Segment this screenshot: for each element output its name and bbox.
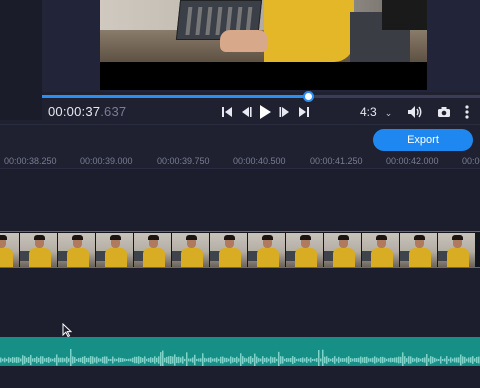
volume-icon xyxy=(407,105,423,119)
panel-divider xyxy=(0,124,480,125)
playback-progress xyxy=(42,95,309,98)
clip-thumbnail xyxy=(20,233,58,267)
clip-thumbnail xyxy=(58,233,96,267)
ruler-tick: 00:00:40.500 xyxy=(233,156,286,166)
mouse-pointer-icon xyxy=(62,322,73,338)
more-vertical-icon xyxy=(465,105,469,119)
ruler-tick: 00:00:41.250 xyxy=(310,156,363,166)
skip-to-end-icon xyxy=(298,106,310,118)
timecode-main: 00:00:37 xyxy=(48,104,101,119)
clip-thumbnail xyxy=(362,233,400,267)
ruler-tick: 00:00:42.000 xyxy=(386,156,439,166)
timeline-ruler[interactable]: 00:00:38.250 00:00:39.000 00:00:39.750 0… xyxy=(0,152,480,168)
clip-thumbnail xyxy=(324,233,362,267)
skip-to-start-button[interactable] xyxy=(220,103,234,121)
aspect-ratio-dropdown[interactable]: 4:3 ⌄ xyxy=(360,105,392,119)
video-preview[interactable] xyxy=(100,0,427,90)
chevron-down-icon: ⌄ xyxy=(384,108,393,118)
skip-to-start-icon xyxy=(221,106,233,118)
left-panel xyxy=(0,0,42,120)
video-editor-window: 00:00:37.637 4:3 ⌄ Export 00:00:38.250 0… xyxy=(0,0,480,388)
next-frame-icon xyxy=(279,106,291,118)
aspect-ratio-value: 4:3 xyxy=(360,105,377,119)
skip-to-end-button[interactable] xyxy=(297,103,311,121)
previous-frame-icon xyxy=(240,106,252,118)
next-frame-button[interactable] xyxy=(278,103,292,121)
camera-icon xyxy=(437,106,451,118)
more-options-button[interactable] xyxy=(462,103,472,121)
video-clip[interactable] xyxy=(0,231,480,268)
video-frame-image xyxy=(100,0,427,62)
audio-clip[interactable] xyxy=(0,337,480,366)
clip-thumbnail xyxy=(210,233,248,267)
clip-thumbnail xyxy=(96,233,134,267)
playback-controls: 00:00:37.637 4:3 ⌄ xyxy=(42,100,480,124)
play-button[interactable] xyxy=(258,103,272,121)
ruler-tick: 00:00:39.750 xyxy=(157,156,210,166)
timecode-fraction: .637 xyxy=(100,104,127,119)
ruler-tick: 00:00:39.000 xyxy=(80,156,133,166)
clip-thumbnail xyxy=(438,233,476,267)
current-timecode: 00:00:37.637 xyxy=(48,104,126,119)
ruler-tick: 00:00:38.250 xyxy=(4,156,57,166)
clip-thumbnail xyxy=(286,233,324,267)
play-icon xyxy=(259,105,271,119)
snapshot-button[interactable] xyxy=(436,103,452,121)
clip-thumbnail xyxy=(0,233,20,267)
previous-frame-button[interactable] xyxy=(239,103,253,121)
clip-thumbnail xyxy=(400,233,438,267)
clip-thumbnail xyxy=(248,233,286,267)
audio-waveform xyxy=(0,349,480,366)
ruler-tick: 00:00: xyxy=(462,156,480,166)
volume-button[interactable] xyxy=(406,103,424,121)
clip-thumbnail xyxy=(134,233,172,267)
export-button[interactable]: Export xyxy=(373,129,473,151)
clip-thumbnail xyxy=(172,233,210,267)
